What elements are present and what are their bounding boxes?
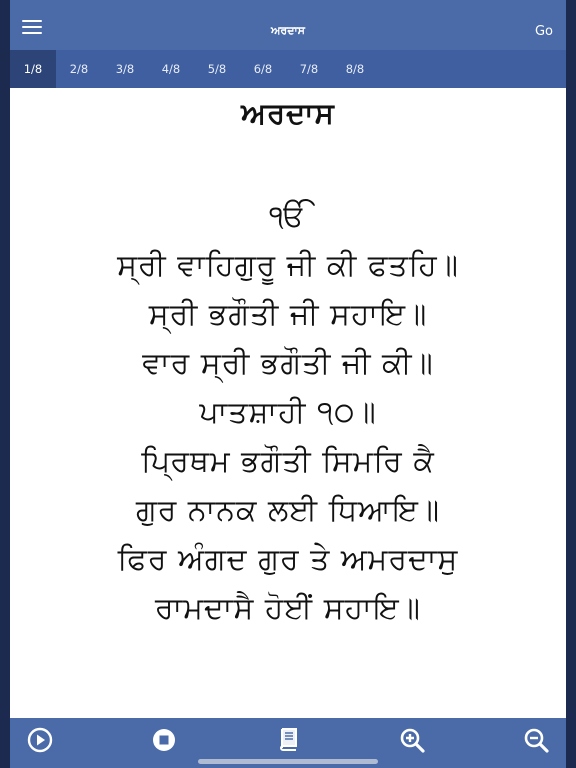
go-button[interactable]: Go	[535, 24, 553, 39]
stop-icon[interactable]	[150, 726, 178, 754]
tab-8[interactable]: 8/8	[332, 50, 378, 88]
prayer-line: ਪਾਤਸ਼ਾਹੀ ੧੦॥	[199, 395, 377, 430]
home-indicator	[198, 759, 378, 764]
tab-2[interactable]: 2/8	[56, 50, 102, 88]
prayer-text-area[interactable]: ਅਰਦਾਸ ੴ ਸ੍ਰੀ ਵਾਹਿਗੁਰੂ ਜੀ ਕੀ ਫਤਹਿ॥ ਸ੍ਰੀ ਭ…	[10, 88, 566, 718]
prayer-line: ਗੁਰ ਨਾਨਕ ਲਈ ਧਿਆਇ॥	[135, 493, 441, 528]
prayer-line: ਰਾਮਦਾਸੈ ਹੋਈਂ ਸਹਾਇ॥	[155, 591, 421, 626]
tab-1[interactable]: 1/8	[10, 50, 56, 88]
prayer-line: ਫਿਰ ਅੰਗਦ ਗੁਰ ਤੇ ਅਮਰਦਾਸੁ	[117, 542, 459, 577]
zoom-out-icon[interactable]	[522, 726, 550, 754]
tab-3[interactable]: 3/8	[102, 50, 148, 88]
tab-4[interactable]: 4/8	[148, 50, 194, 88]
prayer-line: ਸ੍ਰੀ ਵਾਹਿਗੁਰੂ ਜੀ ਕੀ ਫਤਹਿ॥	[117, 248, 459, 283]
tab-6[interactable]: 6/8	[240, 50, 286, 88]
zoom-in-icon[interactable]	[398, 726, 426, 754]
book-icon[interactable]	[274, 726, 302, 754]
app-window: ਅਰਦਾਸ Go 1/8 2/8 3/8 4/8 5/8 6/8 7/8 8/8…	[10, 0, 566, 768]
page-title: ਅਰਦਾਸ	[270, 24, 306, 37]
tab-5[interactable]: 5/8	[194, 50, 240, 88]
prayer-line: ਸ੍ਰੀ ਭਗੌਤੀ ਜੀ ਸਹਾਇ॥	[148, 297, 428, 332]
prayer-lines: ੴ ਸ੍ਰੀ ਵਾਹਿਗੁਰੂ ਜੀ ਕੀ ਫਤਹਿ॥ ਸ੍ਰੀ ਭਗੌਤੀ ਜ…	[10, 192, 566, 633]
tab-7[interactable]: 7/8	[286, 50, 332, 88]
prayer-line: ਪ੍ਰਿਥਮ ਭਗੌਤੀ ਸਿਮਰਿ ਕੈ	[141, 444, 435, 479]
play-icon[interactable]	[26, 726, 54, 754]
prayer-line: ਵਾਰ ਸ੍ਰੀ ਭਗੌਤੀ ਜੀ ਕੀ॥	[142, 346, 434, 381]
prayer-heading: ਅਰਦਾਸ	[241, 96, 335, 130]
page-tabs: 1/8 2/8 3/8 4/8 5/8 6/8 7/8 8/8	[10, 50, 566, 88]
prayer-line: ੴ	[269, 199, 307, 234]
top-bar: ਅਰਦਾਸ Go	[10, 0, 566, 50]
